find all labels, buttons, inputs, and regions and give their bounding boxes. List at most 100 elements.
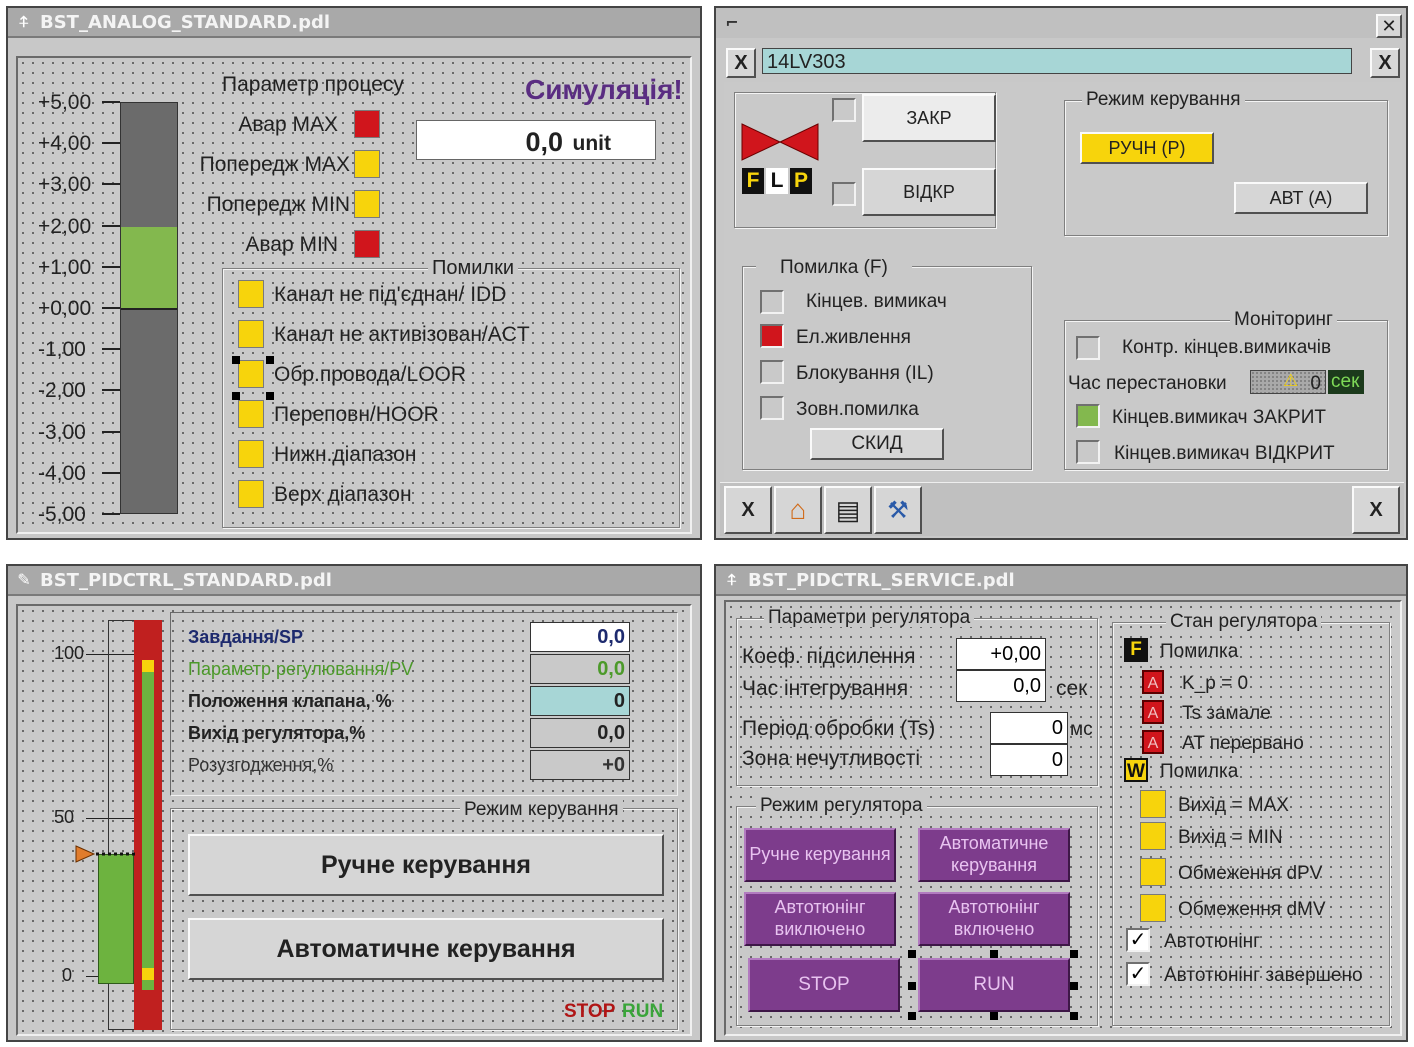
service-window: ⍏ BST_PIDCTRL_SERVICE.pdl Параметри регу… [714, 564, 1408, 1042]
scale-tick [102, 142, 120, 145]
scale-tick [102, 307, 120, 309]
selection-handle[interactable] [266, 392, 274, 400]
valve-error-title: Помилка (F) [756, 256, 912, 279]
pid-body: 100 50 0 Завдання/SP 0,0 Параметр регулюванн… [16, 604, 692, 1036]
pid-valve-bar [98, 854, 134, 984]
autotune-label: Автотюнінг [1164, 931, 1261, 952]
pid-row-value[interactable]: 0,0 [530, 622, 630, 652]
analog-bar-value [121, 226, 177, 309]
mon-limit-checkbox[interactable] [1076, 336, 1100, 360]
value-number: 0,0 [525, 127, 563, 157]
svc-stop-button[interactable]: STOP [748, 958, 900, 1012]
close-checkbox[interactable] [832, 98, 856, 122]
close-button[interactable]: ЗАКР [862, 94, 996, 142]
autotune-done-checkbox[interactable]: ✓ [1126, 962, 1150, 986]
selection-handle[interactable] [1070, 1012, 1078, 1020]
pid-titlebar[interactable]: ✎ BST_PIDCTRL_STANDARD.pdl [8, 566, 700, 596]
int-input[interactable]: 0,0 [956, 670, 1046, 702]
toolbar-x-right[interactable]: X [1352, 486, 1400, 534]
selection-handle[interactable] [1070, 950, 1078, 958]
tag-text: 14LV303 [767, 51, 846, 73]
selection-handle[interactable] [266, 356, 274, 364]
a-badge: A [1142, 700, 1164, 724]
svc-at-off-button[interactable]: Автотюнінг виключено [744, 892, 896, 946]
ts-input[interactable]: 0 [990, 712, 1068, 744]
w-item-indicator [1140, 790, 1166, 818]
svc-auto-button[interactable]: Автоматичне керування [918, 828, 1070, 882]
alarm-label: Авар MAX [238, 113, 338, 136]
scale-tick-label: +3,00 [38, 173, 92, 197]
svc-at-on-button[interactable]: Автотюнінг включено [918, 892, 1070, 946]
err-ext-indicator [760, 396, 784, 420]
f-item-label: AT перервано [1182, 733, 1304, 754]
selection-handle[interactable] [990, 1012, 998, 1020]
manual-mode-button[interactable]: РУЧН (Р) [1080, 132, 1214, 164]
int-label: Час інтегрування [742, 677, 909, 700]
scale-tick [102, 471, 120, 474]
err-limit-indicator [760, 290, 784, 314]
f-item-label: Ts замале [1182, 703, 1271, 724]
pid-auto-button[interactable]: Автоматичне керування [188, 918, 664, 980]
service-title: BST_PIDCTRL_SERVICE.pdl [748, 569, 1015, 591]
header-x-left[interactable]: X [726, 48, 756, 78]
warning-icon: ⚠ [1283, 371, 1299, 390]
scale-tick-label: +5,00 [38, 91, 92, 114]
err-ext-label: Зовн.помилка [796, 399, 919, 420]
analog-window: ⍏ BST_ANALOG_STANDARD.pdl +5,00 +4,00 +3,0… [6, 6, 702, 540]
pid-row-label: Положення клапана, % [188, 691, 392, 711]
pid-scale-label: 50 [54, 807, 75, 827]
error-label: Нижн.діапазон [274, 443, 417, 466]
selection-handle[interactable] [908, 950, 916, 958]
alarm-label: Попередж MAX [199, 153, 350, 176]
analog-body: +5,00 +4,00 +3,00 +2,00 +1,00 +0,00 -1,00 -2,00… [16, 56, 692, 534]
pid-row-label: Параметр регулювання/PV [188, 659, 414, 679]
f-item-label: K_p = 0 [1182, 673, 1249, 694]
svc-run-button[interactable]: RUN [918, 958, 1070, 1012]
wrench-icon[interactable]: ⚒ [874, 486, 922, 534]
selection-handle[interactable] [908, 1012, 916, 1020]
document-icon[interactable]: ▤ [824, 486, 872, 534]
pid-row-value: 0,0 [530, 654, 630, 684]
selection-handle[interactable] [232, 392, 240, 400]
error-indicator [238, 400, 264, 428]
params-title: Параметри регулятора [764, 608, 975, 627]
service-body: Параметри регулятора Коеф. підсилення +0… [724, 600, 1402, 1036]
pid-manual-button[interactable]: Ручне керування [188, 834, 664, 896]
f-label: Помилка [1160, 641, 1239, 662]
error-label: Верх діапазон [274, 483, 412, 506]
analog-titlebar[interactable]: ⍏ BST_ANALOG_STANDARD.pdl [8, 8, 700, 38]
state-title: Стан регулятора [1166, 612, 1322, 631]
open-checkbox[interactable] [832, 182, 856, 206]
auto-mode-button[interactable]: АВТ (А) [1234, 182, 1368, 214]
selection-handle[interactable] [908, 982, 916, 990]
selection-handle[interactable] [232, 356, 240, 364]
selection-handle[interactable] [990, 950, 998, 958]
gain-input[interactable]: +0,00 [956, 638, 1046, 670]
dz-input[interactable]: 0 [990, 744, 1068, 776]
w-item-indicator [1140, 894, 1166, 922]
selection-handle[interactable] [1070, 982, 1078, 990]
w-badge: W [1124, 758, 1148, 782]
toolbar-x-left[interactable]: X [724, 486, 772, 534]
pid-pv-bar [134, 620, 162, 1030]
valve-titlebar[interactable]: ⌐ [716, 8, 1406, 38]
err-block-label: Блокування (IL) [796, 363, 934, 384]
window-close-button[interactable]: ✕ [1376, 14, 1402, 38]
err-power-indicator [760, 324, 784, 348]
header-x-right[interactable]: X [1370, 48, 1400, 78]
scale-tick [102, 389, 120, 392]
reset-button[interactable]: СКИД [810, 428, 944, 460]
service-titlebar[interactable]: ⍏ BST_PIDCTRL_SERVICE.pdl [716, 566, 1406, 596]
travel-unit: сек [1328, 370, 1364, 394]
home-icon[interactable]: ⌂ [774, 486, 822, 534]
alarm-max-indicator [354, 110, 380, 138]
w-item-label: Обмеження dPV [1178, 863, 1323, 884]
open-button[interactable]: ВІДКР [862, 168, 996, 216]
flp-l: L [766, 168, 788, 194]
warn-min-indicator [354, 190, 380, 218]
scale-tick-label: -2,00 [38, 379, 86, 403]
scale-tick-label: +2,00 [38, 214, 92, 238]
autotune-checkbox[interactable]: ✓ [1126, 928, 1150, 952]
svc-manual-button[interactable]: Ручне керування [744, 828, 896, 882]
pid-limit-low [142, 968, 154, 980]
